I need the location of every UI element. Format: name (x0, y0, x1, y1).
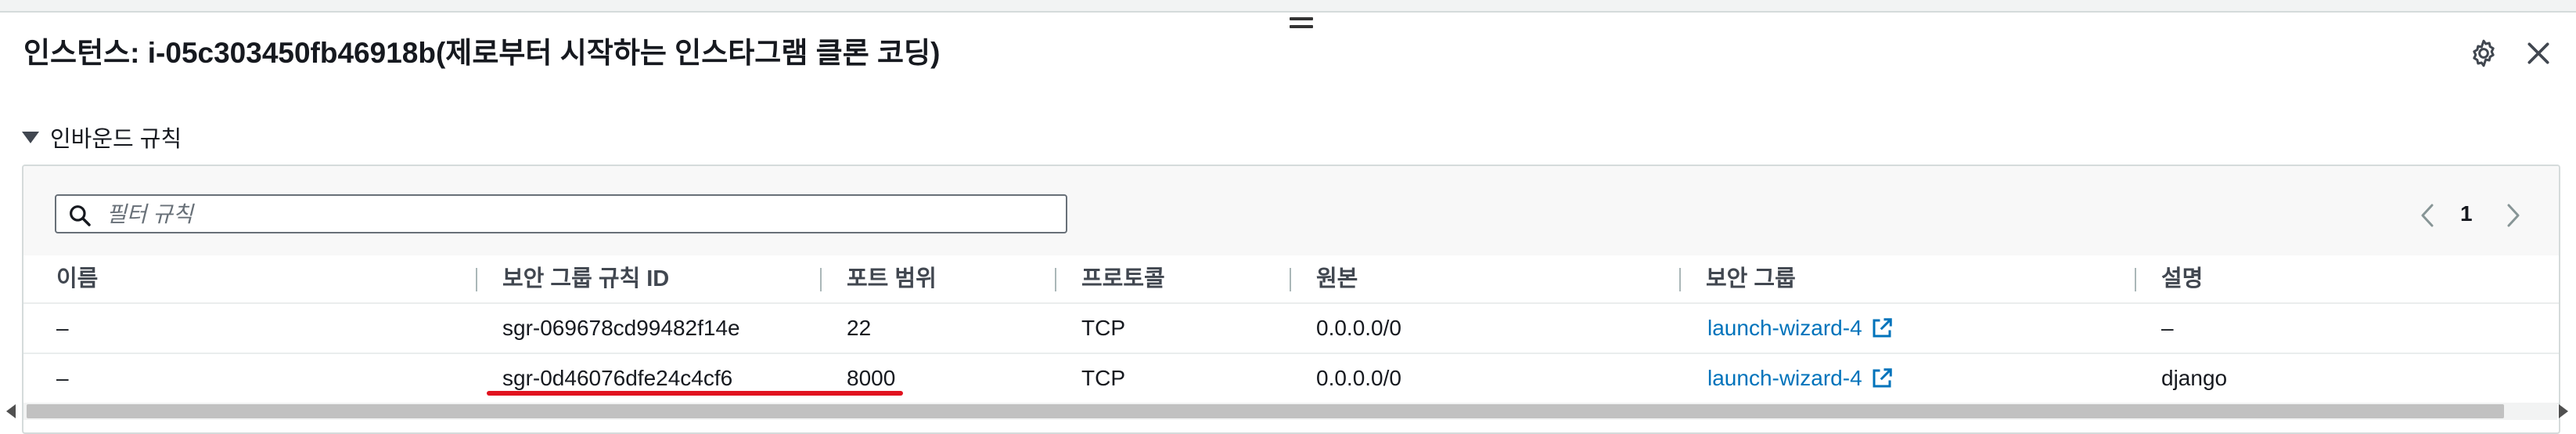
column-header-description[interactable]: 설명 (2161, 255, 2203, 302)
gear-icon[interactable] (2468, 38, 2499, 69)
column-divider[interactable] (476, 268, 477, 291)
external-link-icon[interactable] (1870, 367, 1894, 390)
column-header-source[interactable]: 원본 (1316, 255, 1358, 302)
external-link-icon[interactable] (1870, 316, 1894, 340)
previous-page-icon[interactable] (2416, 202, 2440, 229)
column-divider[interactable] (1055, 268, 1056, 291)
table-row[interactable]: – sgr-0d46076dfe24c4cf6 8000 TCP 0.0.0.0… (23, 354, 2559, 404)
column-divider[interactable] (2135, 268, 2136, 291)
highlight-underline (487, 391, 903, 396)
cell-name: – (56, 366, 69, 390)
cell-port-range: 22 (847, 316, 872, 340)
cell-source: 0.0.0.0/0 (1316, 316, 1401, 340)
page-title: 인스턴스: i-05c303450fb46918b(제로부터 시작하는 인스타그… (23, 37, 941, 69)
column-divider[interactable] (1290, 268, 1291, 291)
inbound-rules-toggle[interactable]: 인바운드 규칙 (22, 121, 182, 154)
column-header-rule-id[interactable]: 보안 그룹 규칙 ID (502, 255, 669, 302)
section-label: 인바운드 규칙 (50, 127, 182, 152)
table-row[interactable]: – sgr-069678cd99482f14e 22 TCP 0.0.0.0/0… (23, 304, 2559, 354)
security-group-link-label[interactable]: launch-wizard-4 (1707, 304, 1862, 353)
cell-source: 0.0.0.0/0 (1316, 366, 1401, 390)
horizontal-scrollbar-thumb[interactable] (27, 404, 2504, 418)
filter-input[interactable] (105, 199, 1047, 230)
security-group-link[interactable]: launch-wizard-4 (1707, 304, 1894, 353)
next-page-icon[interactable] (2501, 202, 2524, 229)
filter-search-box[interactable] (55, 194, 1067, 233)
scroll-left-icon[interactable] (6, 404, 16, 418)
column-divider[interactable] (820, 268, 822, 291)
current-page-number[interactable]: 1 (2460, 201, 2473, 227)
cell-description: django (2161, 366, 2228, 390)
table-header: 이름 보안 그룹 규칙 ID 포트 범위 프로토콜 원본 보안 그룹 설명 (23, 255, 2559, 304)
column-header-protocol[interactable]: 프로토콜 (1081, 255, 1165, 302)
column-header-name[interactable]: 이름 (56, 255, 98, 302)
drag-handle-icon[interactable] (1290, 17, 1313, 33)
inbound-rules-panel: 1 이름 보안 그룹 규칙 ID 포트 범위 프로토콜 원본 보안 그룹 설명 … (22, 165, 2560, 434)
cell-rule-id: sgr-069678cd99482f14e (502, 316, 740, 340)
scroll-right-icon[interactable] (2559, 404, 2568, 418)
search-icon (70, 205, 91, 226)
column-header-port-range[interactable]: 포트 범위 (847, 255, 937, 302)
top-window-strip (0, 0, 2576, 13)
security-group-link-label[interactable]: launch-wizard-4 (1707, 354, 1862, 403)
close-icon[interactable] (2523, 38, 2554, 69)
cell-protocol: TCP (1081, 316, 1125, 340)
security-group-link[interactable]: launch-wizard-4 (1707, 354, 1894, 403)
cell-description: – (2161, 316, 2174, 340)
column-divider[interactable] (1679, 268, 1681, 291)
cell-protocol: TCP (1081, 366, 1125, 390)
cell-name: – (56, 316, 69, 340)
column-header-security-group[interactable]: 보안 그룹 (1706, 255, 1796, 302)
caret-down-icon (22, 131, 39, 143)
